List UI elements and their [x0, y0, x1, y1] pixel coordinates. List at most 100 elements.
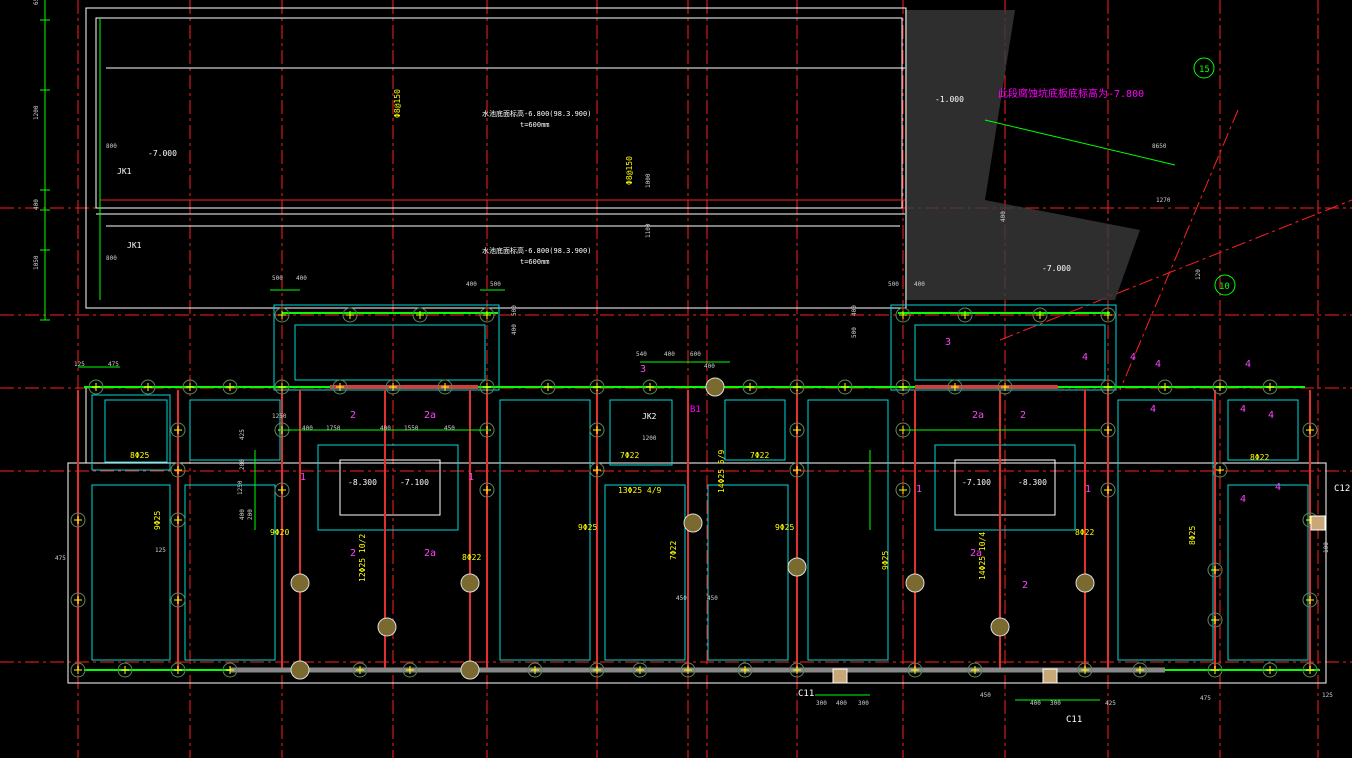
elevation: -8.300 — [1018, 478, 1047, 487]
dimension-label: 400 — [704, 363, 715, 370]
dimension-label: 475 — [108, 361, 119, 368]
zone-label: 4 — [1130, 352, 1136, 363]
dimension-text: 1200400105080080065500 400400 500500400540… — [33, 0, 1333, 707]
dimension-label: 400 — [1030, 700, 1041, 707]
dimension-label: 125 — [1322, 692, 1333, 699]
pile-cap — [290, 573, 310, 593]
dimension-label: 400 — [239, 509, 246, 520]
pile-cap — [705, 377, 725, 397]
dimension-label: 200 — [247, 509, 254, 520]
rebar-label: 8Φ22 — [1075, 528, 1094, 537]
zone-label: 1 — [1085, 484, 1091, 495]
dimension-label: 500 — [888, 281, 899, 288]
room-outline — [184, 484, 276, 661]
pile-cap — [460, 660, 480, 680]
rebar-label: 9Φ25 — [153, 511, 162, 530]
dimension-label: 1000 — [645, 173, 652, 188]
pit-label: JK1 — [117, 167, 132, 176]
dimension-label: 540 — [636, 351, 647, 358]
axis-label-15: 15 — [1199, 65, 1210, 75]
column-label: C11 — [1066, 715, 1082, 725]
dimension-label: 500 — [272, 275, 283, 282]
room-outline — [914, 324, 1106, 381]
column-label: C12 — [1334, 484, 1350, 494]
dimension-label: 500 — [851, 327, 858, 338]
pit-label: JK2 — [642, 412, 657, 421]
elevation: -7.100 — [400, 478, 429, 487]
dimension-label: 450 — [707, 595, 718, 602]
pile-cap — [290, 660, 310, 680]
dimension-label: 1250 — [237, 480, 244, 495]
pile-cap — [377, 617, 397, 637]
dimension-label: 300 — [1050, 700, 1061, 707]
column-block — [1042, 668, 1058, 684]
dimension-label: 450 — [980, 692, 991, 699]
dimension-label: 400 — [851, 305, 858, 316]
dimension-label: 1100 — [645, 223, 652, 238]
zone-label: 4 — [1082, 352, 1088, 363]
dimension-label: 1550 — [404, 425, 419, 432]
rebar-label: 9Φ25 — [881, 551, 890, 570]
room-outline — [1227, 484, 1309, 661]
dimension-label: 1050 — [33, 255, 40, 270]
dimension-label: 450 — [444, 425, 455, 432]
dimension-label: 425 — [239, 429, 246, 440]
zone-label: 4 — [1268, 410, 1274, 421]
zone-label: 2 — [350, 410, 356, 421]
elevation: -1.000 — [935, 95, 964, 104]
zone-label: 2a — [970, 548, 982, 559]
pile-cap — [787, 557, 807, 577]
column-block — [1310, 515, 1326, 531]
upper-slab-outline — [85, 7, 907, 309]
dimension-label: 120 — [1195, 269, 1202, 280]
dimension-label: 125 — [74, 361, 85, 368]
dimension-label: 400 — [914, 281, 925, 288]
pile-cap — [683, 513, 703, 533]
columns — [70, 307, 1326, 684]
dimension-label: 800 — [106, 255, 117, 262]
dimension-label: 1250 — [272, 413, 287, 420]
zone-label: 2 — [350, 548, 356, 559]
room-outline — [1227, 399, 1299, 461]
dimension-label: 1200 — [33, 105, 40, 120]
title-annotation: 此段腐蚀坑底板底标高为-7.800 — [998, 87, 1144, 100]
axis-label-10: 10 — [1219, 282, 1230, 292]
room-outline — [189, 399, 281, 461]
rebar-label: Φ8@150 — [393, 89, 402, 118]
dimension-label: 400 — [511, 324, 518, 335]
walls-outline — [67, 7, 1327, 684]
pit-outline — [317, 444, 459, 531]
zone-label: 4 — [1240, 494, 1246, 505]
slope-dim — [984, 119, 1176, 166]
rebar-label: 13Φ25 4/9 — [618, 486, 662, 495]
axis-marker-10: 10 — [1214, 274, 1236, 296]
slab-note-2-t: t=600mm — [520, 258, 550, 266]
pile-cap — [990, 617, 1010, 637]
pit-inner — [339, 459, 441, 516]
zone-label: 2a — [972, 410, 984, 421]
dimension-label: 300 — [816, 700, 827, 707]
zone-label: 2 — [1020, 410, 1026, 421]
zone-label: 1 — [916, 484, 922, 495]
dimension-label: 500 — [511, 305, 518, 316]
dimension-label: 400 — [466, 281, 477, 288]
zone-label: 2a — [424, 410, 436, 421]
zone-label: 2a — [424, 548, 436, 559]
zone-label: 3 — [640, 364, 646, 375]
foundation-outline — [67, 462, 1327, 684]
dimension-label: 300 — [858, 700, 869, 707]
rebar-label: 7Φ22 — [620, 451, 639, 460]
column-label: C11 — [798, 689, 814, 699]
zone-label: 1 — [468, 472, 474, 483]
zone-label: 1 — [300, 472, 306, 483]
rebar-label: 8Φ22 — [462, 553, 481, 562]
dimension-label: 600 — [690, 351, 701, 358]
rebar-label: 7Φ22 — [669, 541, 678, 560]
zone-label: 4 — [1275, 482, 1281, 493]
slab-note-1: 水池底面标高-6.800(98.3.900) — [482, 109, 591, 118]
slab-note-2: 水池底面标高-6.800(98.3.900) — [482, 246, 591, 255]
dimension-label: 450 — [676, 595, 687, 602]
zone-label: 2 — [1022, 580, 1028, 591]
dimension-label: 1270 — [1156, 197, 1171, 204]
dimension-label: 1200 — [642, 435, 657, 442]
